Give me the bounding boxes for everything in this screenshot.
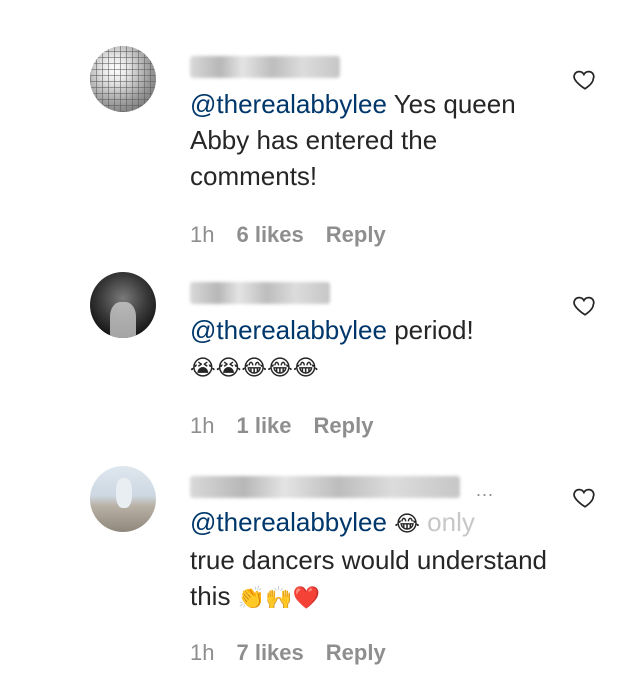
comment-meta: 1h 6 likes Reply: [190, 222, 386, 248]
comment-time: 1h: [190, 640, 215, 665]
reply-button[interactable]: Reply: [314, 413, 374, 439]
emoji-row: 😭😭😂😂😂: [190, 355, 319, 380]
mention-link[interactable]: @therealabbylee: [190, 507, 387, 537]
faded-text: only: [419, 507, 475, 537]
heart-outline-icon[interactable]: [572, 292, 598, 318]
comment-body: period!: [386, 315, 474, 345]
more-options-icon[interactable]: ...: [476, 480, 494, 501]
mention-link[interactable]: @therealabbylee: [190, 315, 387, 345]
blurred-username[interactable]: [190, 476, 460, 498]
likes-count[interactable]: 6 likes: [236, 222, 303, 248]
comment-text: @therealabbylee period! 😭😭😂😂😂: [190, 312, 570, 386]
heart-outline-icon[interactable]: [572, 484, 598, 510]
reply-button[interactable]: Reply: [326, 640, 386, 666]
likes-count[interactable]: 7 likes: [236, 640, 303, 666]
comment-meta: 1h 7 likes Reply: [190, 640, 386, 666]
emoji-row: 👏🙌❤️: [237, 585, 320, 610]
comment-time: 1h: [190, 413, 215, 438]
user-avatar[interactable]: [90, 46, 156, 112]
mention-link[interactable]: @therealabbylee: [190, 89, 387, 119]
user-avatar[interactable]: [90, 272, 156, 338]
user-avatar[interactable]: [90, 466, 156, 532]
blurred-username[interactable]: [190, 282, 330, 304]
comment-time: 1h: [190, 222, 215, 247]
comment-text: @therealabbylee Yes queen Abby has enter…: [190, 86, 550, 194]
likes-count[interactable]: 1 like: [236, 413, 291, 439]
heart-outline-icon[interactable]: [572, 66, 598, 92]
comment-text: @therealabbylee 😂 only true dancers woul…: [190, 504, 550, 616]
emoji-inline: 😂: [394, 511, 420, 536]
reply-button[interactable]: Reply: [326, 222, 386, 248]
comment-meta: 1h 1 like Reply: [190, 413, 373, 439]
blurred-username[interactable]: [190, 56, 340, 78]
